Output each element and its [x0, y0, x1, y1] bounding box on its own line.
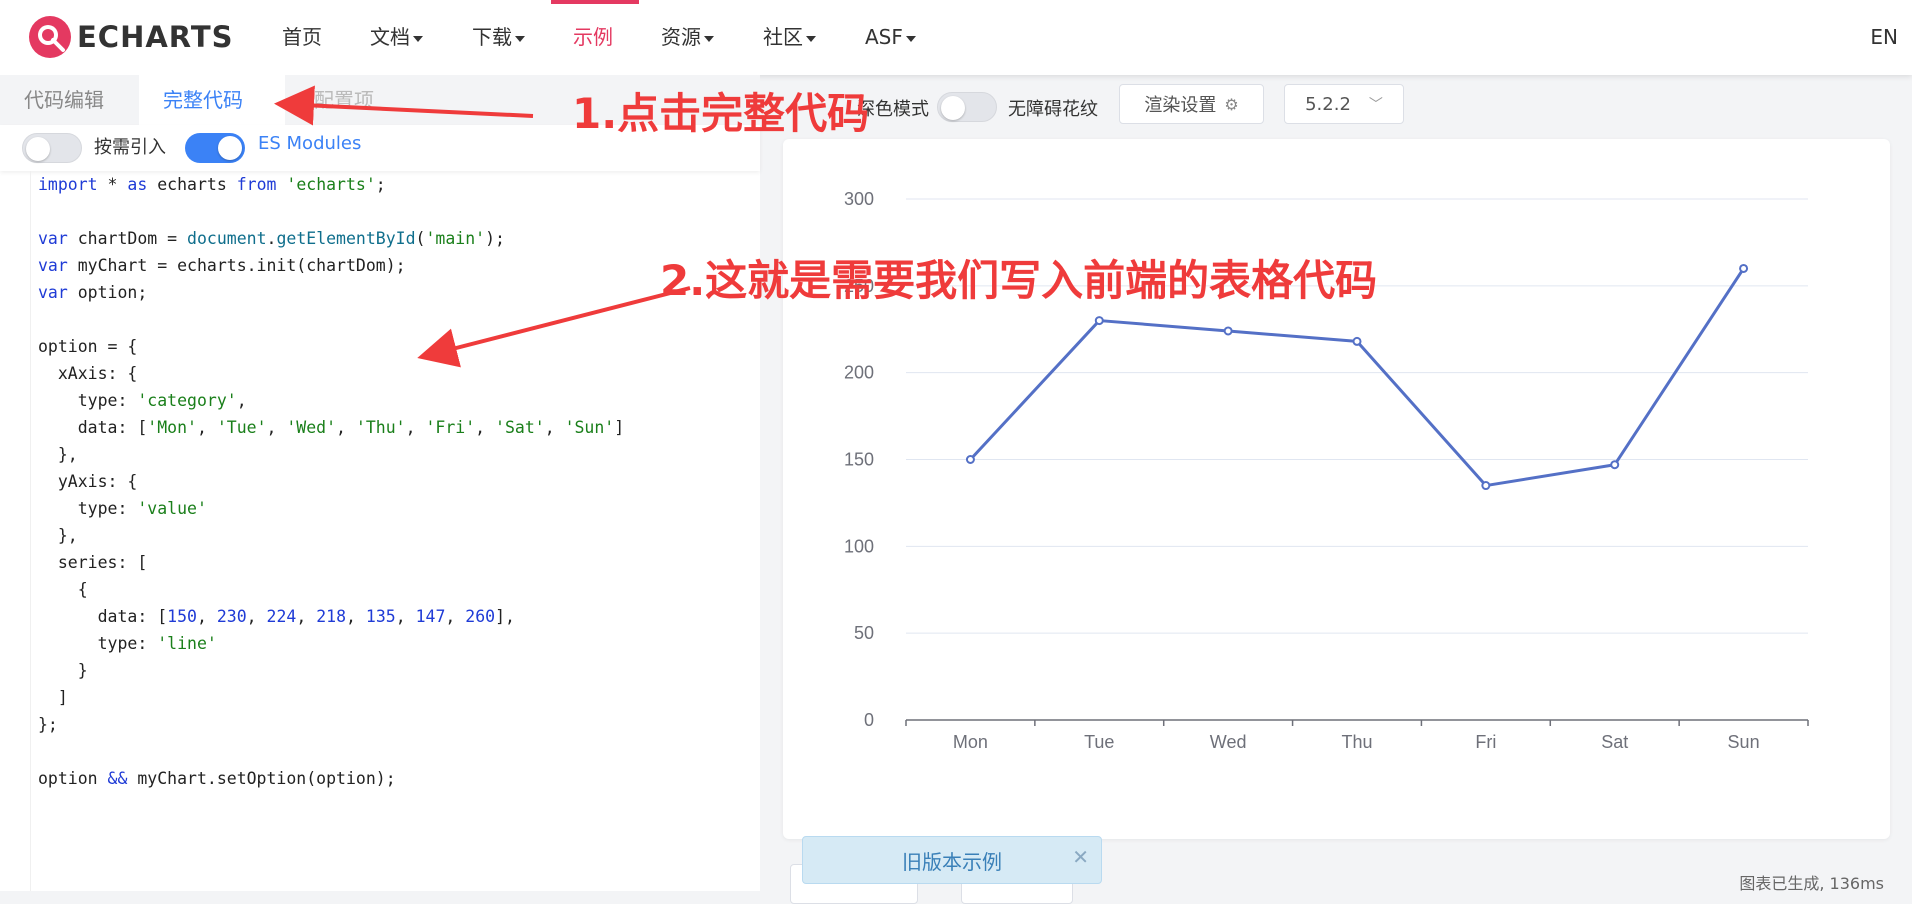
chevron-down-icon	[515, 35, 525, 42]
code-line: data: ['Mon', 'Tue', 'Wed', 'Thu', 'Fri'…	[38, 418, 625, 437]
render-settings-label: 渲染设置	[1144, 95, 1217, 116]
code-line: series: [	[38, 553, 148, 572]
on-demand-label: 按需引入	[94, 137, 166, 158]
es-modules-toggle[interactable]	[185, 133, 245, 163]
x-tick-label: Sat	[1601, 732, 1628, 752]
code-line: },	[38, 445, 78, 464]
y-tick-label: 0	[864, 710, 874, 730]
code-line: },	[38, 526, 78, 545]
echarts-logo[interactable]: ECHARTS	[27, 14, 234, 60]
nav-item-resources[interactable]: 资源	[661, 0, 714, 75]
y-tick-label: 150	[844, 450, 874, 470]
toggle-knob	[941, 96, 965, 120]
code-line: type: 'line'	[38, 634, 217, 653]
code-line: ]	[38, 688, 68, 707]
code-line: {	[38, 580, 88, 599]
code-editor[interactable]: import * as echarts from 'echarts'; var …	[30, 171, 760, 891]
y-tick-label: 50	[854, 623, 874, 643]
old-example-label: 旧版本示例	[902, 849, 1002, 874]
version-select[interactable]: 5.2.2 ﹀	[1284, 84, 1404, 124]
code-line: };	[38, 715, 58, 734]
nav-item-asf[interactable]: ASF	[865, 0, 916, 75]
chevron-down-icon	[905, 35, 916, 42]
tab-full-code[interactable]: 完整代码	[139, 75, 285, 125]
data-point	[1610, 460, 1620, 470]
code-line: import * as echarts from 'echarts';	[38, 175, 386, 194]
data-point	[1481, 481, 1491, 491]
es-modules-label: ES Modules	[258, 133, 362, 154]
code-line: xAxis: {	[38, 364, 138, 383]
x-tick-label: Wed	[1210, 732, 1247, 752]
dark-mode-toggle[interactable]	[937, 92, 997, 122]
x-tick-label: Thu	[1341, 732, 1372, 752]
tab-options[interactable]: 配置项	[290, 75, 398, 125]
tab-code-edit[interactable]: 代码编辑	[0, 75, 128, 125]
top-nav: ECHARTS 首页 文档 下载 示例 资源 社区 ASF EN	[0, 0, 1912, 75]
data-point	[1352, 336, 1362, 346]
chevron-down-icon	[413, 35, 423, 42]
y-tick-label: 200	[844, 363, 874, 383]
editor-panel: 代码编辑 完整代码 配置项 按需引入 ES Modules import * a…	[0, 75, 760, 891]
x-tick-label: Sun	[1728, 732, 1760, 752]
data-point	[1223, 326, 1233, 336]
code-line: var chartDom = document.getElementById('…	[38, 229, 505, 248]
annotation-step2: 2.这就是需要我们写入前端的表格代码	[660, 256, 1378, 305]
data-point	[1739, 263, 1749, 273]
logo-icon	[29, 16, 71, 58]
code-line: type: 'value'	[38, 499, 207, 518]
language-switch[interactable]: EN	[1870, 0, 1898, 75]
nav-item-download[interactable]: 下载	[472, 0, 525, 75]
data-point	[1094, 316, 1104, 326]
aria-pattern-label: 无障碍花纹	[1008, 99, 1098, 120]
y-tick-label: 300	[844, 189, 874, 209]
data-point	[965, 455, 975, 464]
toggle-knob	[26, 137, 50, 161]
nav-item-examples[interactable]: 示例	[573, 0, 613, 75]
status-text: 图表已生成, 136ms	[1739, 874, 1884, 893]
x-tick-label: Tue	[1084, 732, 1114, 752]
code-line: var option;	[38, 283, 148, 302]
gear-icon: ⚙	[1224, 94, 1239, 114]
nav-item-docs[interactable]: 文档	[370, 0, 423, 75]
nav-item-community[interactable]: 社区	[763, 0, 816, 75]
code-line: yAxis: {	[38, 472, 138, 491]
chart-controls: 深色模式 无障碍花纹 渲染设置 ⚙ 5.2.2 ﹀	[760, 75, 1912, 140]
line-chart: 050100150200250300Mon Tue Wed Thu Fri Sat Sun	[844, 189, 1809, 752]
render-settings-button[interactable]: 渲染设置 ⚙	[1119, 84, 1264, 124]
x-tick-label: Fri	[1475, 732, 1496, 752]
code-line: option = {	[38, 337, 138, 356]
version-value: 5.2.2	[1305, 93, 1351, 115]
logo-text: ECHARTS	[77, 20, 234, 54]
on-demand-toggle[interactable]	[22, 133, 82, 163]
code-line: }	[38, 661, 88, 680]
chart-card: 0 50 100 150 200 250 300 Mon Tue Wed Thu Fri Sat Sun	[783, 139, 1890, 839]
x-tick-label: Mon	[953, 732, 988, 752]
code-line: type: 'category',	[38, 391, 247, 410]
code-line: var myChart = echarts.init(chartDom);	[38, 256, 406, 275]
nav-item-home[interactable]: 首页	[282, 0, 322, 75]
toggle-knob	[218, 136, 242, 160]
close-icon[interactable]: ✕	[1072, 845, 1089, 869]
old-example-banner[interactable]: 旧版本示例 ✕	[802, 836, 1102, 884]
chevron-down-icon: ﹀	[1368, 97, 1383, 113]
chevron-down-icon	[806, 35, 816, 42]
y-tick-label: 100	[844, 536, 874, 556]
chevron-down-icon	[704, 35, 714, 42]
code-line: option && myChart.setOption(option);	[38, 769, 396, 788]
code-line: data: [150, 230, 224, 218, 135, 147, 260…	[38, 607, 515, 626]
annotation-step1: 1.点击完整代码	[572, 89, 870, 138]
